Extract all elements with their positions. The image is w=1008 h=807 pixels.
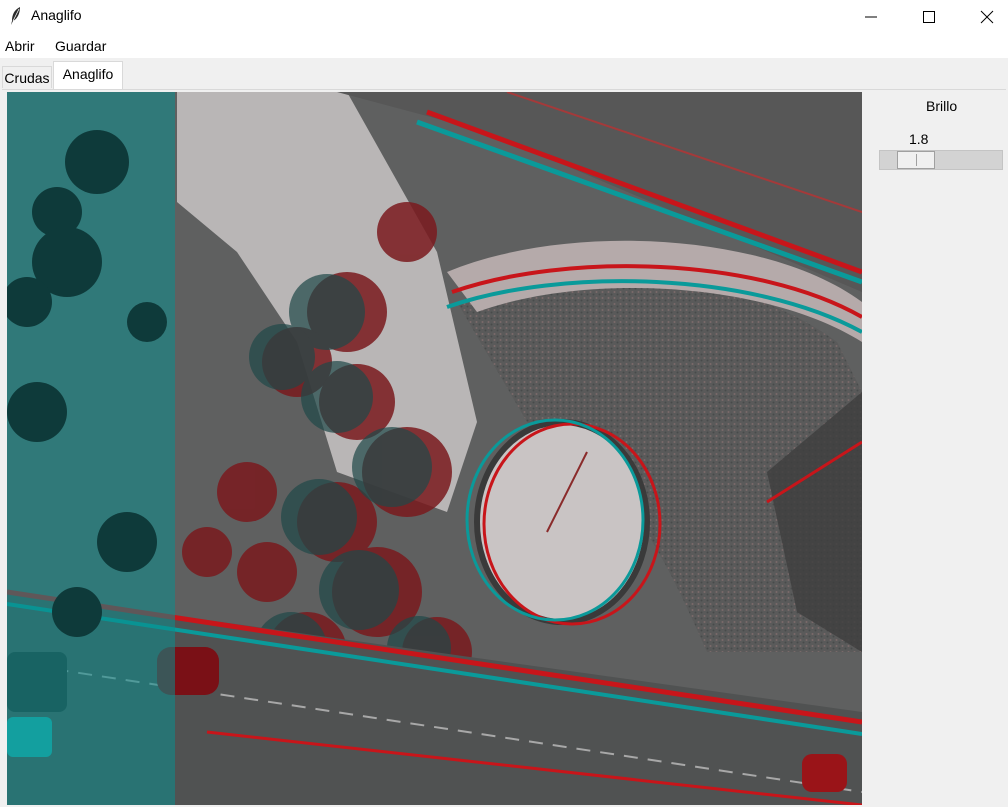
window-title: Anaglifo: [31, 7, 82, 23]
brillo-slider-thumb[interactable]: [897, 151, 935, 169]
close-button[interactable]: [958, 0, 1008, 32]
anaglyph-photo: [7, 92, 862, 805]
feather-icon: [11, 7, 20, 25]
maximize-icon: [923, 11, 935, 23]
menu-abrir[interactable]: Abrir: [5, 38, 35, 54]
anaglyph-image: [7, 92, 862, 805]
tab-crudas[interactable]: Crudas: [2, 66, 52, 88]
maximize-button[interactable]: [900, 0, 958, 32]
tab-anaglifo[interactable]: Anaglifo: [53, 61, 123, 90]
menu-guardar[interactable]: Guardar: [55, 38, 106, 54]
brillo-label: Brillo: [926, 98, 958, 114]
menu-bar: Abrir Guardar: [0, 32, 1008, 58]
close-icon: [980, 10, 994, 24]
brillo-value: 1.8: [909, 131, 929, 147]
minimize-button[interactable]: [842, 0, 900, 32]
tab-strip: Crudas Anaglifo: [0, 58, 1008, 90]
title-bar: Anaglifo: [0, 0, 1008, 32]
minimize-icon: [865, 16, 877, 18]
